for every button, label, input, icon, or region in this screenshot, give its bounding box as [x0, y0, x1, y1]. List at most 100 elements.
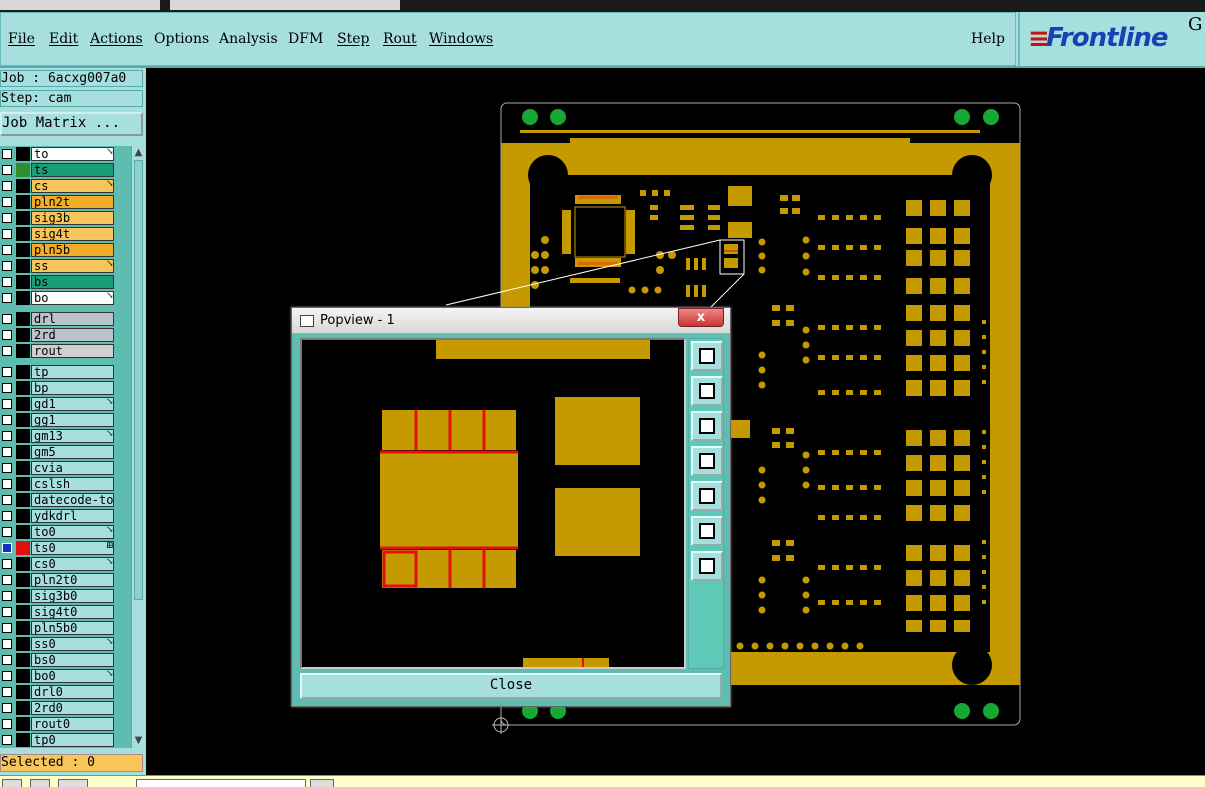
- layer-name[interactable]: drl: [31, 312, 114, 326]
- layer-checkbox[interactable]: [2, 495, 12, 505]
- layer-color-swatch[interactable]: [16, 733, 30, 747]
- layer-checkbox[interactable]: [2, 671, 12, 681]
- layer-name[interactable]: cs: [31, 179, 114, 193]
- layer-color-swatch[interactable]: [16, 259, 30, 273]
- layer-checkbox[interactable]: [2, 314, 12, 324]
- menu-edit[interactable]: Edit: [49, 31, 78, 47]
- layer-color-swatch[interactable]: [16, 653, 30, 667]
- layer-color-swatch[interactable]: [16, 525, 30, 539]
- layer-row[interactable]: pln5b0: [0, 620, 131, 636]
- layer-color-swatch[interactable]: [16, 637, 30, 651]
- layer-name[interactable]: sig3b0: [31, 589, 114, 603]
- layer-row[interactable]: bp: [0, 380, 131, 396]
- pan-left-button[interactable]: [691, 446, 723, 476]
- layer-color-swatch[interactable]: [16, 669, 30, 683]
- layer-row[interactable]: to ↘: [0, 146, 131, 162]
- layer-color-swatch[interactable]: [16, 227, 30, 241]
- layer-checkbox[interactable]: [2, 330, 12, 340]
- layer-checkbox[interactable]: [2, 367, 12, 377]
- status-button-4[interactable]: [310, 779, 334, 787]
- layer-name[interactable]: pln2t: [31, 195, 114, 209]
- layer-row[interactable]: ts0 ⊞: [0, 540, 131, 556]
- layer-name[interactable]: gm13: [31, 429, 114, 443]
- layer-checkbox[interactable]: [2, 463, 12, 473]
- layer-row[interactable]: bo0 ↘: [0, 668, 131, 684]
- status-button-3[interactable]: [58, 779, 88, 787]
- layer-color-swatch[interactable]: [16, 397, 30, 411]
- layer-color-swatch[interactable]: [16, 179, 30, 193]
- layer-checkbox[interactable]: [2, 399, 12, 409]
- layer-color-swatch[interactable]: [16, 621, 30, 635]
- layer-row[interactable]: pln2t: [0, 194, 131, 210]
- layer-row[interactable]: cs ↘: [0, 178, 131, 194]
- layer-checkbox[interactable]: [2, 261, 12, 271]
- layer-color-swatch[interactable]: [16, 291, 30, 305]
- layer-color-swatch[interactable]: [16, 717, 30, 731]
- layer-color-swatch[interactable]: [16, 328, 30, 342]
- zoom-in-button[interactable]: [691, 516, 723, 546]
- menu-dfm[interactable]: DFM: [288, 31, 323, 47]
- layer-color-swatch[interactable]: [16, 557, 30, 571]
- layer-checkbox[interactable]: [2, 559, 12, 569]
- layer-row[interactable]: cvia: [0, 460, 131, 476]
- layer-checkbox[interactable]: [2, 277, 12, 287]
- layer-checkbox[interactable]: [2, 511, 12, 521]
- layer-name[interactable]: tp: [31, 365, 114, 379]
- layer-row[interactable]: gd1 ↘: [0, 396, 131, 412]
- pan-right-button[interactable]: [691, 481, 723, 511]
- layer-name[interactable]: to0: [31, 525, 114, 539]
- layer-row[interactable]: drl: [0, 311, 131, 327]
- layer-checkbox[interactable]: [2, 415, 12, 425]
- layer-row[interactable]: to0 ↘: [0, 524, 131, 540]
- layer-checkbox[interactable]: [2, 293, 12, 303]
- layer-row[interactable]: 2rd0: [0, 700, 131, 716]
- layer-name[interactable]: sig4t: [31, 227, 114, 241]
- layer-name[interactable]: bo0: [31, 669, 114, 683]
- layer-checkbox[interactable]: [2, 703, 12, 713]
- layer-row[interactable]: rout0: [0, 716, 131, 732]
- layer-checkbox[interactable]: [2, 575, 12, 585]
- layer-color-swatch[interactable]: [16, 365, 30, 379]
- layer-checkbox[interactable]: [2, 245, 12, 255]
- layer-name[interactable]: sig4t0: [31, 605, 114, 619]
- layer-name[interactable]: datecode-to: [31, 493, 114, 507]
- layer-checkbox[interactable]: [2, 543, 12, 553]
- layer-row[interactable]: gm13 ↘: [0, 428, 131, 444]
- menu-options[interactable]: Options: [154, 31, 209, 47]
- status-button-2[interactable]: [30, 779, 50, 787]
- layer-name[interactable]: ss: [31, 259, 114, 273]
- layer-checkbox[interactable]: [2, 687, 12, 697]
- layer-name[interactable]: cs0: [31, 557, 114, 571]
- layer-checkbox[interactable]: [2, 719, 12, 729]
- popview-titlebar[interactable]: Popview - 1 x: [292, 308, 730, 334]
- menu-file[interactable]: File: [8, 31, 35, 47]
- layer-row[interactable]: gg1: [0, 412, 131, 428]
- layer-row[interactable]: tp: [0, 364, 131, 380]
- layer-checkbox[interactable]: [2, 639, 12, 649]
- layer-name[interactable]: sig3b: [31, 211, 114, 225]
- scroll-down-icon[interactable]: ▼: [133, 735, 144, 746]
- menu-rout[interactable]: Rout: [383, 31, 417, 47]
- layer-row[interactable]: pln2t0: [0, 572, 131, 588]
- zoom-out-button[interactable]: [691, 551, 723, 581]
- layer-name[interactable]: pln5b: [31, 243, 114, 257]
- pan-down-button[interactable]: [691, 411, 723, 441]
- layer-row[interactable]: cslsh: [0, 476, 131, 492]
- layer-checkbox[interactable]: [2, 479, 12, 489]
- popview-close-button[interactable]: Close: [300, 673, 722, 699]
- layer-color-swatch[interactable]: [16, 573, 30, 587]
- layer-color-swatch[interactable]: [16, 701, 30, 715]
- layer-checkbox[interactable]: [2, 165, 12, 175]
- layer-row[interactable]: drl0: [0, 684, 131, 700]
- layer-name[interactable]: cvia: [31, 461, 114, 475]
- popview-window[interactable]: Popview - 1 x Close: [291, 307, 731, 707]
- layer-name[interactable]: tp0: [31, 733, 114, 747]
- layer-color-swatch[interactable]: [16, 445, 30, 459]
- layer-color-swatch[interactable]: [16, 413, 30, 427]
- layer-name[interactable]: rout0: [31, 717, 114, 731]
- layer-checkbox[interactable]: [2, 213, 12, 223]
- layer-name[interactable]: drl0: [31, 685, 114, 699]
- layer-color-swatch[interactable]: [16, 477, 30, 491]
- menu-actions[interactable]: Actions: [90, 31, 143, 47]
- layer-color-swatch[interactable]: [16, 605, 30, 619]
